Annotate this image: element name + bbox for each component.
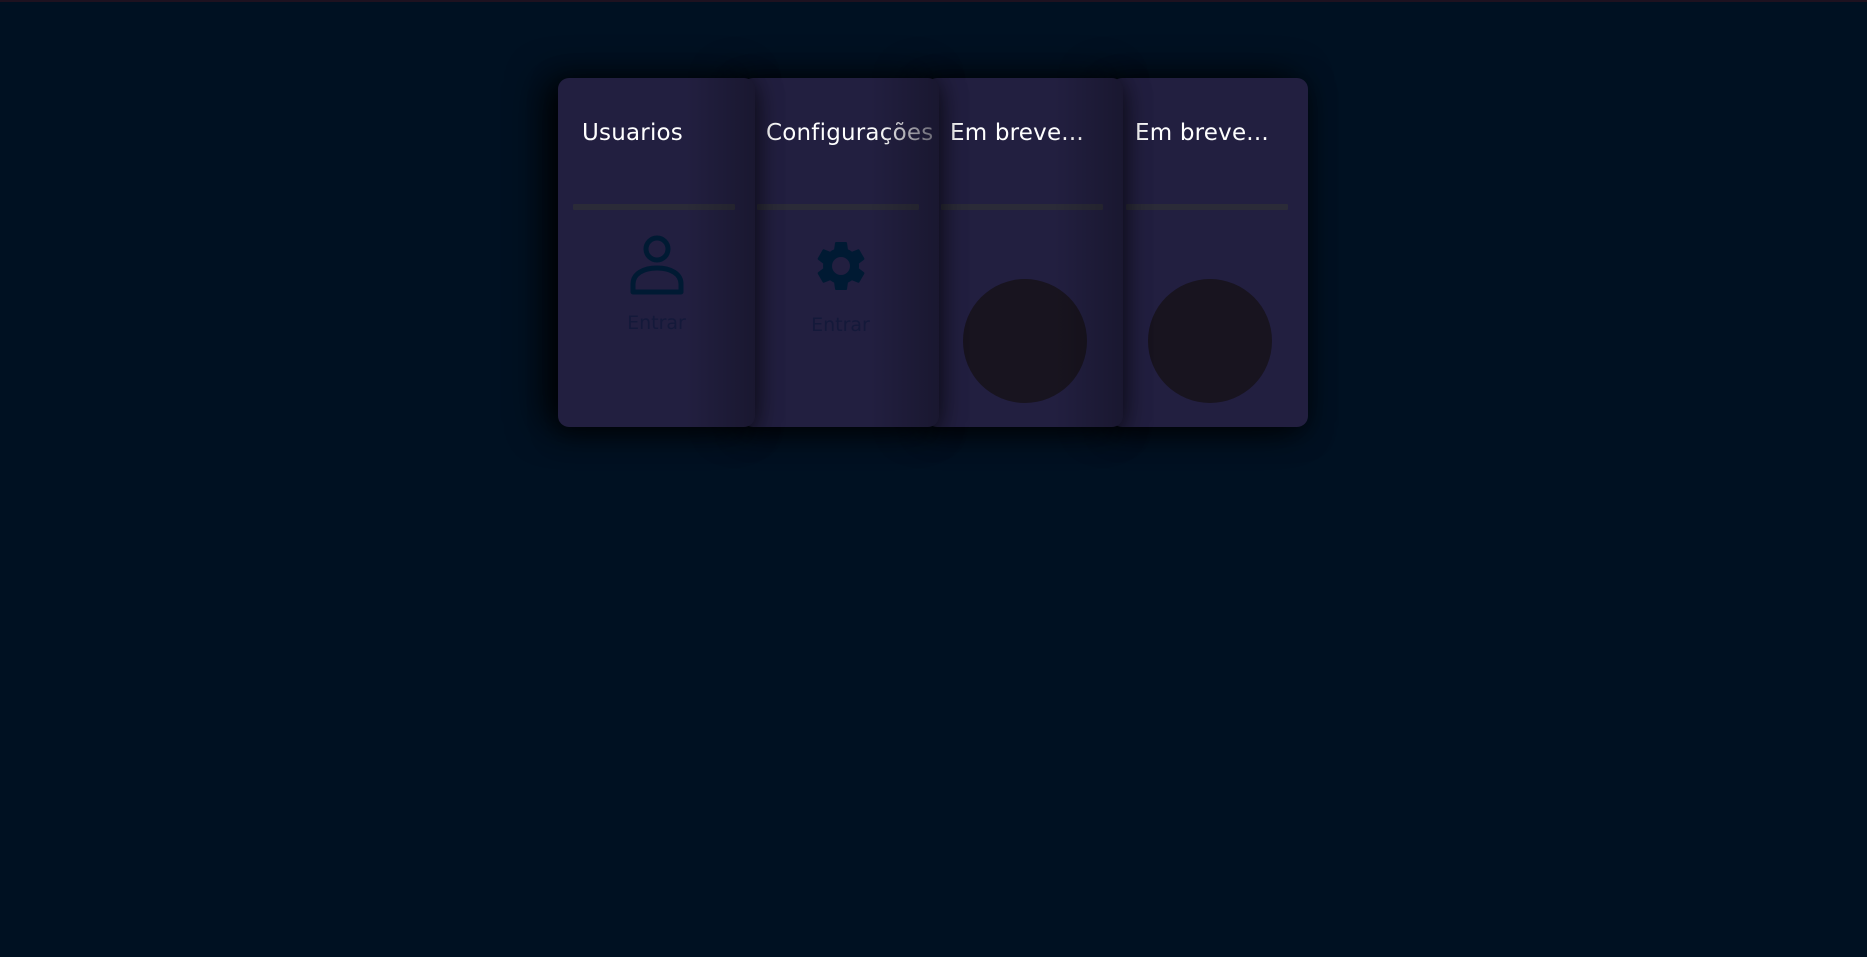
card-title: Em breve... [950,120,1084,146]
card-divider [1126,204,1288,210]
placeholder-circle [963,279,1087,403]
card-title: Usuarios [582,120,683,146]
card-coming-soon-1: Em breve... [926,78,1123,427]
cards-container: Em breve... Em breve... Configurações En… [558,78,1308,428]
card-title: Configurações [766,120,934,146]
user-icon [630,235,683,295]
card-divider [573,204,735,210]
top-border [0,0,1867,2]
placeholder-circle [1148,279,1272,403]
card-configuracoes[interactable]: Configurações Entrar [742,78,939,427]
enter-link[interactable]: Entrar [742,314,939,336]
card-divider [757,204,919,210]
card-title: Em breve... [1135,120,1269,146]
gear-icon [817,241,864,290]
card-coming-soon-2: Em breve... [1111,78,1308,427]
enter-link[interactable]: Entrar [558,312,755,334]
card-usuarios[interactable]: Usuarios Entrar [558,78,755,427]
card-divider [941,204,1103,210]
